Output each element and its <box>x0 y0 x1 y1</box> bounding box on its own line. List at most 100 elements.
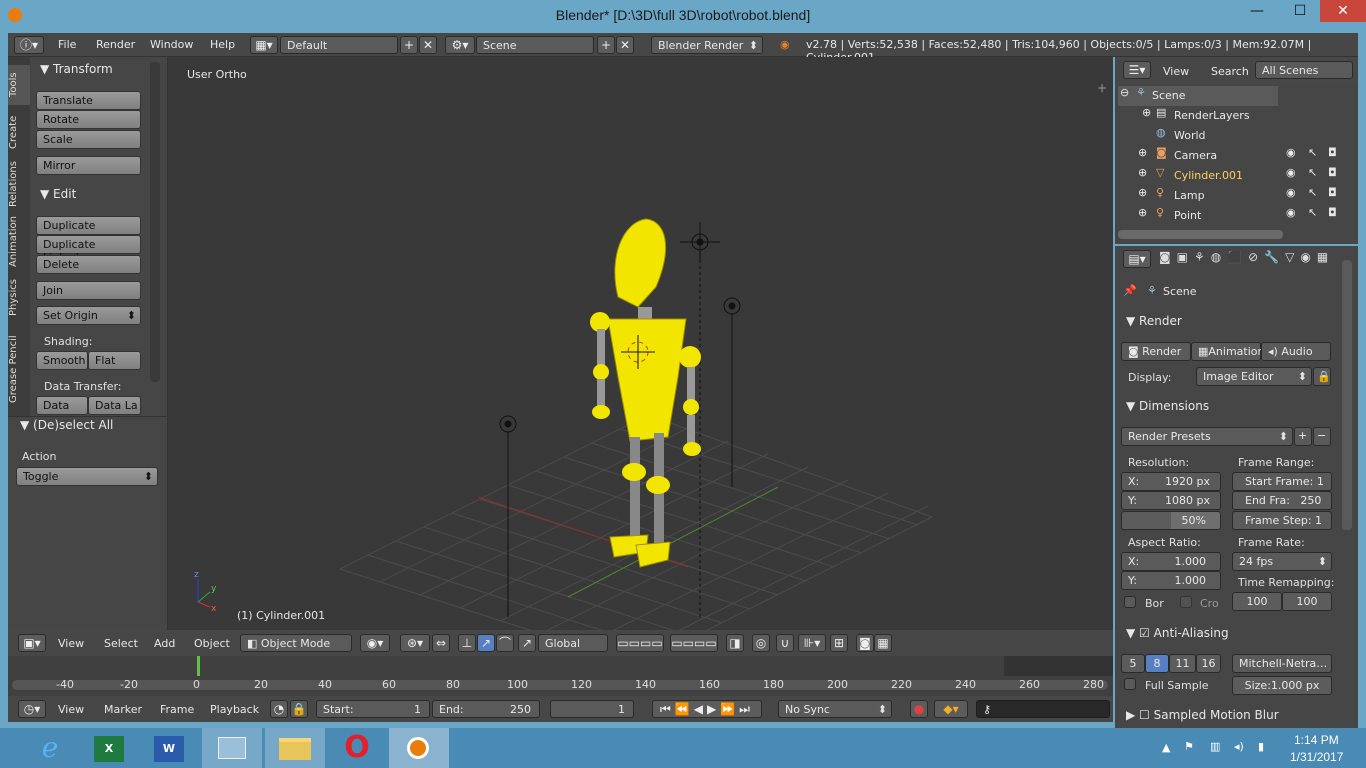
3d-menu-select[interactable]: Select <box>104 637 138 650</box>
render-audio-button[interactable]: ◂) Audio <box>1261 342 1331 361</box>
proportional-edit-icon[interactable]: ◎ <box>752 634 770 652</box>
tab-animation[interactable]: Animation <box>8 213 30 271</box>
menu-help[interactable]: Help <box>210 38 235 51</box>
select-cursor-icon[interactable]: ↖ <box>1308 206 1317 219</box>
3d-viewport[interactable]: User Ortho (1) Cylinder.001 + z y x <box>168 57 1113 630</box>
keying-icon[interactable]: ◆▾ <box>934 700 968 718</box>
menu-file[interactable]: File <box>58 38 76 51</box>
resolution-x-field[interactable]: X: 1920 px <box>1121 472 1221 491</box>
outliner-item-world[interactable]: ◍ World <box>1118 126 1338 146</box>
orientation-icon[interactable]: ↗ <box>518 634 536 652</box>
record-icon[interactable]: ● <box>910 700 928 718</box>
border-checkbox[interactable] <box>1124 596 1136 608</box>
visibility-eye-icon[interactable]: ◉ <box>1286 206 1296 219</box>
render-camera-icon[interactable]: ◘ <box>1328 166 1337 179</box>
expand-icon[interactable]: ⊕ <box>1142 106 1151 119</box>
excel-icon[interactable]: X <box>80 728 140 768</box>
join-button[interactable]: Join <box>36 281 141 300</box>
render-camera-icon[interactable]: ◘ <box>1328 206 1337 219</box>
word-icon[interactable]: W <box>140 728 200 768</box>
sync-mode-select[interactable]: No Sync ⬍ <box>778 700 892 718</box>
show-hidden-icons[interactable]: ▲ <box>1162 741 1170 754</box>
scene-selector-icon[interactable]: ⚙▾ <box>445 36 475 54</box>
aa-filter-select[interactable]: Mitchell-Netra… <box>1232 654 1332 673</box>
start-frame-input[interactable]: Start: 1 <box>316 700 430 718</box>
menu-render[interactable]: Render <box>96 38 135 51</box>
aspect-x-field[interactable]: X: 1.000 <box>1121 552 1221 571</box>
internet-explorer-icon[interactable]: ℯ <box>20 728 80 768</box>
layers-grid-2[interactable]: ▭▭▭▭ <box>670 634 718 652</box>
visibility-eye-icon[interactable]: ◉ <box>1286 146 1296 159</box>
timeline-menu-marker[interactable]: Marker <box>104 703 142 716</box>
translate-manipulator-icon[interactable]: ⊥ <box>458 634 476 652</box>
rotate-button[interactable]: Rotate <box>36 110 141 129</box>
add-scene-icon[interactable]: + <box>597 36 615 54</box>
aa-sample-16[interactable]: 16 <box>1196 654 1221 673</box>
keying-set-field[interactable]: ⚷ <box>976 700 1110 718</box>
tab-grease-pencil[interactable]: Grease Pencil <box>8 329 30 409</box>
expand-icon[interactable]: ⊕ <box>1138 186 1147 199</box>
3d-editor-type-icon[interactable]: ▣▾ <box>18 634 46 652</box>
aa-sample-5[interactable]: 5 <box>1121 654 1145 673</box>
pin-icon[interactable]: 📌 <box>1123 284 1137 297</box>
snap-element-icon[interactable]: ⊪▾ <box>798 634 826 652</box>
3d-menu-add[interactable]: Add <box>154 637 175 650</box>
rotate-manipulator-icon[interactable]: ↗ <box>477 634 495 652</box>
playback-controls[interactable]: ⏮⏪◀▶⏩⏭ <box>652 700 762 718</box>
smooth-button[interactable]: Smooth <box>36 351 88 370</box>
clock-time[interactable]: 1:14 PM <box>1294 733 1339 747</box>
timeline-menu-playback[interactable]: Playback <box>210 703 259 716</box>
outliner-item-cylinder[interactable]: ⊕ ▽ Cylinder.001 ◉ ↖ ◘ <box>1118 166 1338 186</box>
manipulator-toggle-icon[interactable]: ⇔ <box>432 634 450 652</box>
scale-button[interactable]: Scale <box>36 130 141 149</box>
render-image-button[interactable]: ◙ Render <box>1121 342 1191 361</box>
aa-sample-8[interactable]: 8 <box>1145 654 1169 673</box>
resolution-y-field[interactable]: Y: 1080 px <box>1121 491 1221 510</box>
interaction-mode-select[interactable]: ◧ Object Mode <box>240 634 352 652</box>
layers-grid-1[interactable]: ▭▭▭▭ <box>616 634 664 652</box>
current-frame-indicator[interactable] <box>197 656 200 676</box>
full-sample-checkbox[interactable] <box>1124 678 1136 690</box>
snap-toggle-icon[interactable]: ∪ <box>776 634 794 652</box>
outliner-menu-view[interactable]: View <box>1163 65 1189 78</box>
anti-aliasing-panel-header[interactable]: ▼ ☑ Anti-Aliasing <box>1126 626 1229 640</box>
select-cursor-icon[interactable]: ↖ <box>1308 186 1317 199</box>
outliner-item-scene[interactable]: ⊖ ⚘ Scene <box>1118 86 1278 106</box>
timeline-menu-view[interactable]: View <box>58 703 84 716</box>
maximize-button[interactable]: ☐ <box>1284 0 1316 22</box>
snap-target-icon[interactable]: ⊞ <box>830 634 848 652</box>
motion-blur-panel-header[interactable]: ▶ ☐ Sampled Motion Blur <box>1126 708 1279 722</box>
transform-orientation-select[interactable]: Global <box>538 634 608 652</box>
outliner-filter-select[interactable]: All Scenes <box>1255 61 1353 79</box>
render-camera-icon[interactable]: ◘ <box>1328 186 1337 199</box>
add-preset-icon[interactable]: + <box>1294 427 1312 446</box>
resolution-percent-slider[interactable]: 50% <box>1121 511 1221 530</box>
minimize-button[interactable]: — <box>1241 0 1273 22</box>
frame-step-field[interactable]: Frame Step: 1 <box>1232 511 1332 530</box>
network-icon[interactable]: ▥ <box>1210 740 1220 753</box>
outliner-item-renderlayers[interactable]: ⊕ ▤ RenderLayers <box>1118 106 1338 126</box>
action-center-icon[interactable]: ⚑ <box>1184 740 1194 753</box>
add-layout-icon[interactable]: + <box>400 36 418 54</box>
duplicate-button[interactable]: Duplicate <box>36 216 141 235</box>
aa-size-field[interactable]: Size:1.000 px <box>1232 676 1332 695</box>
preview-range-icon[interactable]: ◔ <box>270 700 288 718</box>
outliner-item-lamp[interactable]: ⊕ ♀ Lamp ◉ ↖ ◘ <box>1118 186 1338 206</box>
remove-layout-icon[interactable]: ✕ <box>419 36 437 54</box>
expand-icon[interactable]: ⊕ <box>1138 146 1147 159</box>
render-panel-header[interactable]: ▼ Render <box>1126 314 1182 328</box>
outliner-item-camera[interactable]: ⊕ ◙ Camera ◉ ↖ ◘ <box>1118 146 1338 166</box>
tool-shelf-scrollbar[interactable] <box>150 62 160 382</box>
menu-window[interactable]: Window <box>150 38 193 51</box>
operator-panel-header[interactable]: ▼ (De)select All <box>20 418 113 432</box>
current-frame-input[interactable]: 1 <box>550 700 634 718</box>
outliner-scrollbar[interactable] <box>1118 230 1283 239</box>
3d-menu-view[interactable]: View <box>58 637 84 650</box>
render-animation-button[interactable]: ▦Animation <box>1191 342 1265 361</box>
render-preview-icon[interactable]: ◙ <box>856 634 874 652</box>
end-frame-input[interactable]: End: 250 <box>432 700 540 718</box>
blender-taskbar-icon[interactable] <box>389 728 449 768</box>
screen-layout-icon[interactable]: ▦▾ <box>250 36 278 54</box>
battery-icon[interactable]: ▮ <box>1258 740 1264 753</box>
remap-new-field[interactable]: 100 <box>1282 592 1332 611</box>
